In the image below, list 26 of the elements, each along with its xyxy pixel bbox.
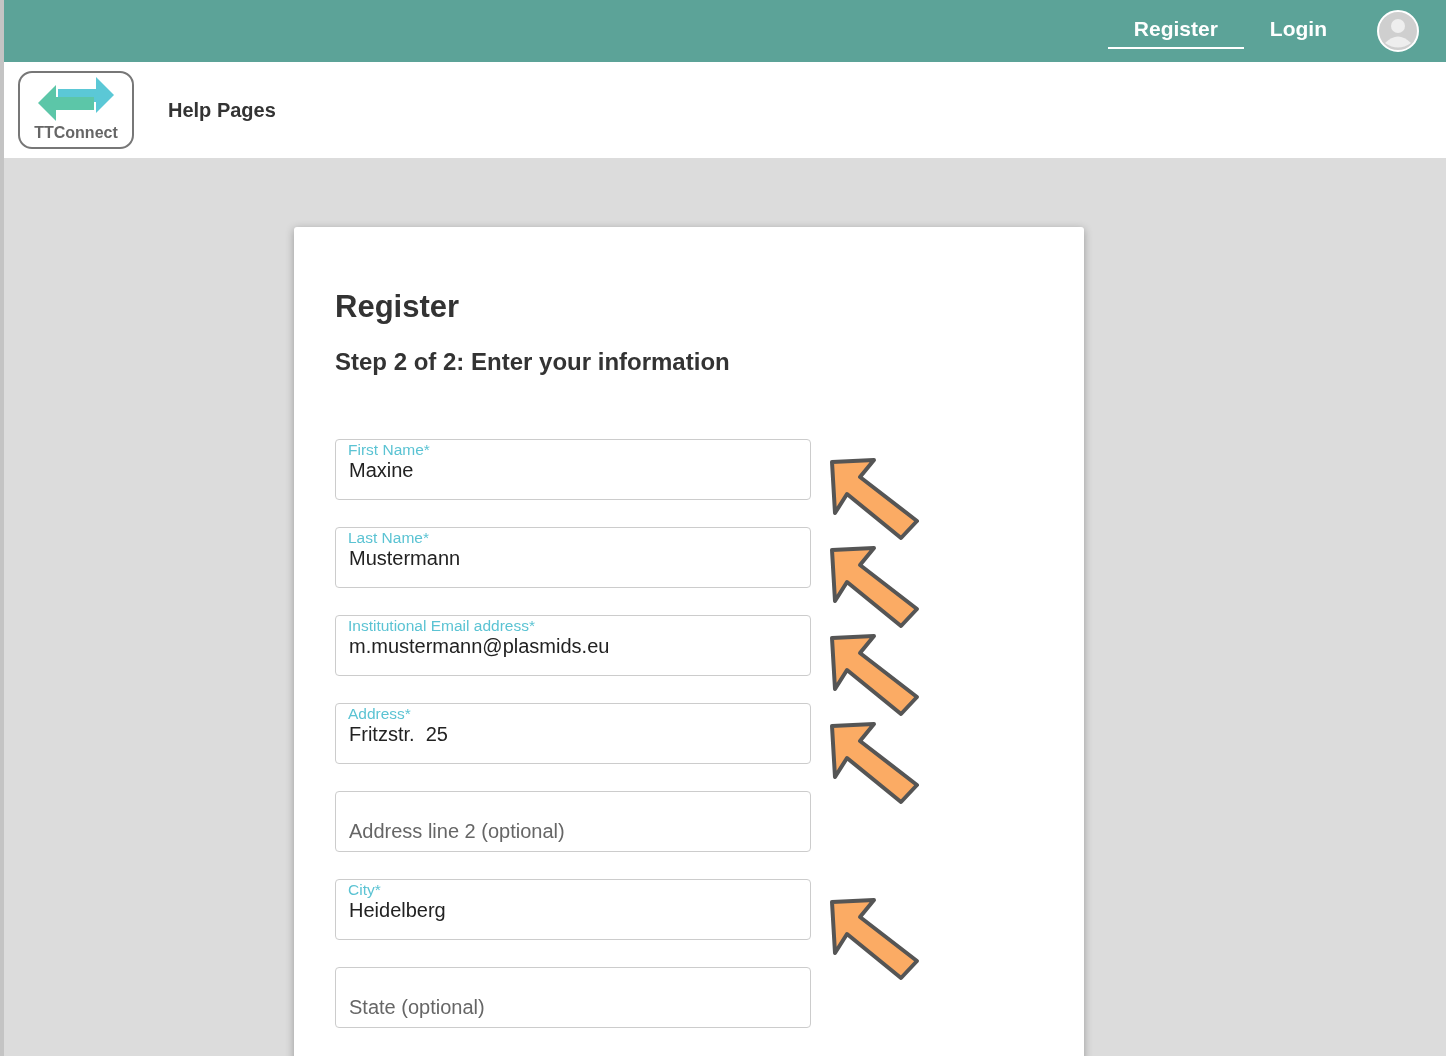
input-field[interactable]: Address* Fritzstr. 25 <box>335 703 811 764</box>
field-placeholder[interactable]: Address line 2 (optional) <box>348 820 799 843</box>
field-label: Institutional Email address* <box>348 616 536 635</box>
form-title: Register <box>335 288 461 326</box>
logo-text: TTConnect <box>34 123 118 143</box>
form-subtitle: Step 2 of 2: Enter your information <box>335 347 731 377</box>
arrows-icon <box>36 75 116 123</box>
field-value[interactable]: Fritzstr. 25 <box>348 723 799 746</box>
input-field[interactable]: State (optional) <box>335 967 811 1028</box>
input-field[interactable]: Last Name* Mustermann <box>335 527 811 588</box>
field-label: City* <box>348 880 382 899</box>
logo[interactable]: TTConnect <box>18 71 134 149</box>
field-label: Last Name* <box>348 528 430 547</box>
field-placeholder[interactable]: State (optional) <box>348 996 799 1019</box>
input-field[interactable]: City* Heidelberg <box>335 879 811 940</box>
avatar-icon[interactable] <box>1377 10 1419 52</box>
input-field[interactable]: Address line 2 (optional) <box>335 791 811 852</box>
field-value[interactable]: m.mustermann@plasmids.eu <box>348 635 799 658</box>
input-field[interactable]: First Name* Maxine <box>335 439 811 500</box>
field-label: Address* <box>348 704 412 723</box>
field-value[interactable]: Heidelberg <box>348 899 799 922</box>
field-value[interactable]: Maxine <box>348 459 799 482</box>
field-label: First Name* <box>348 440 431 459</box>
input-field[interactable]: Institutional Email address* m.mustermann@plasmids.eu <box>335 615 811 676</box>
field-value[interactable]: Mustermann <box>348 547 799 570</box>
help-pages-link[interactable]: Help Pages <box>168 98 276 122</box>
